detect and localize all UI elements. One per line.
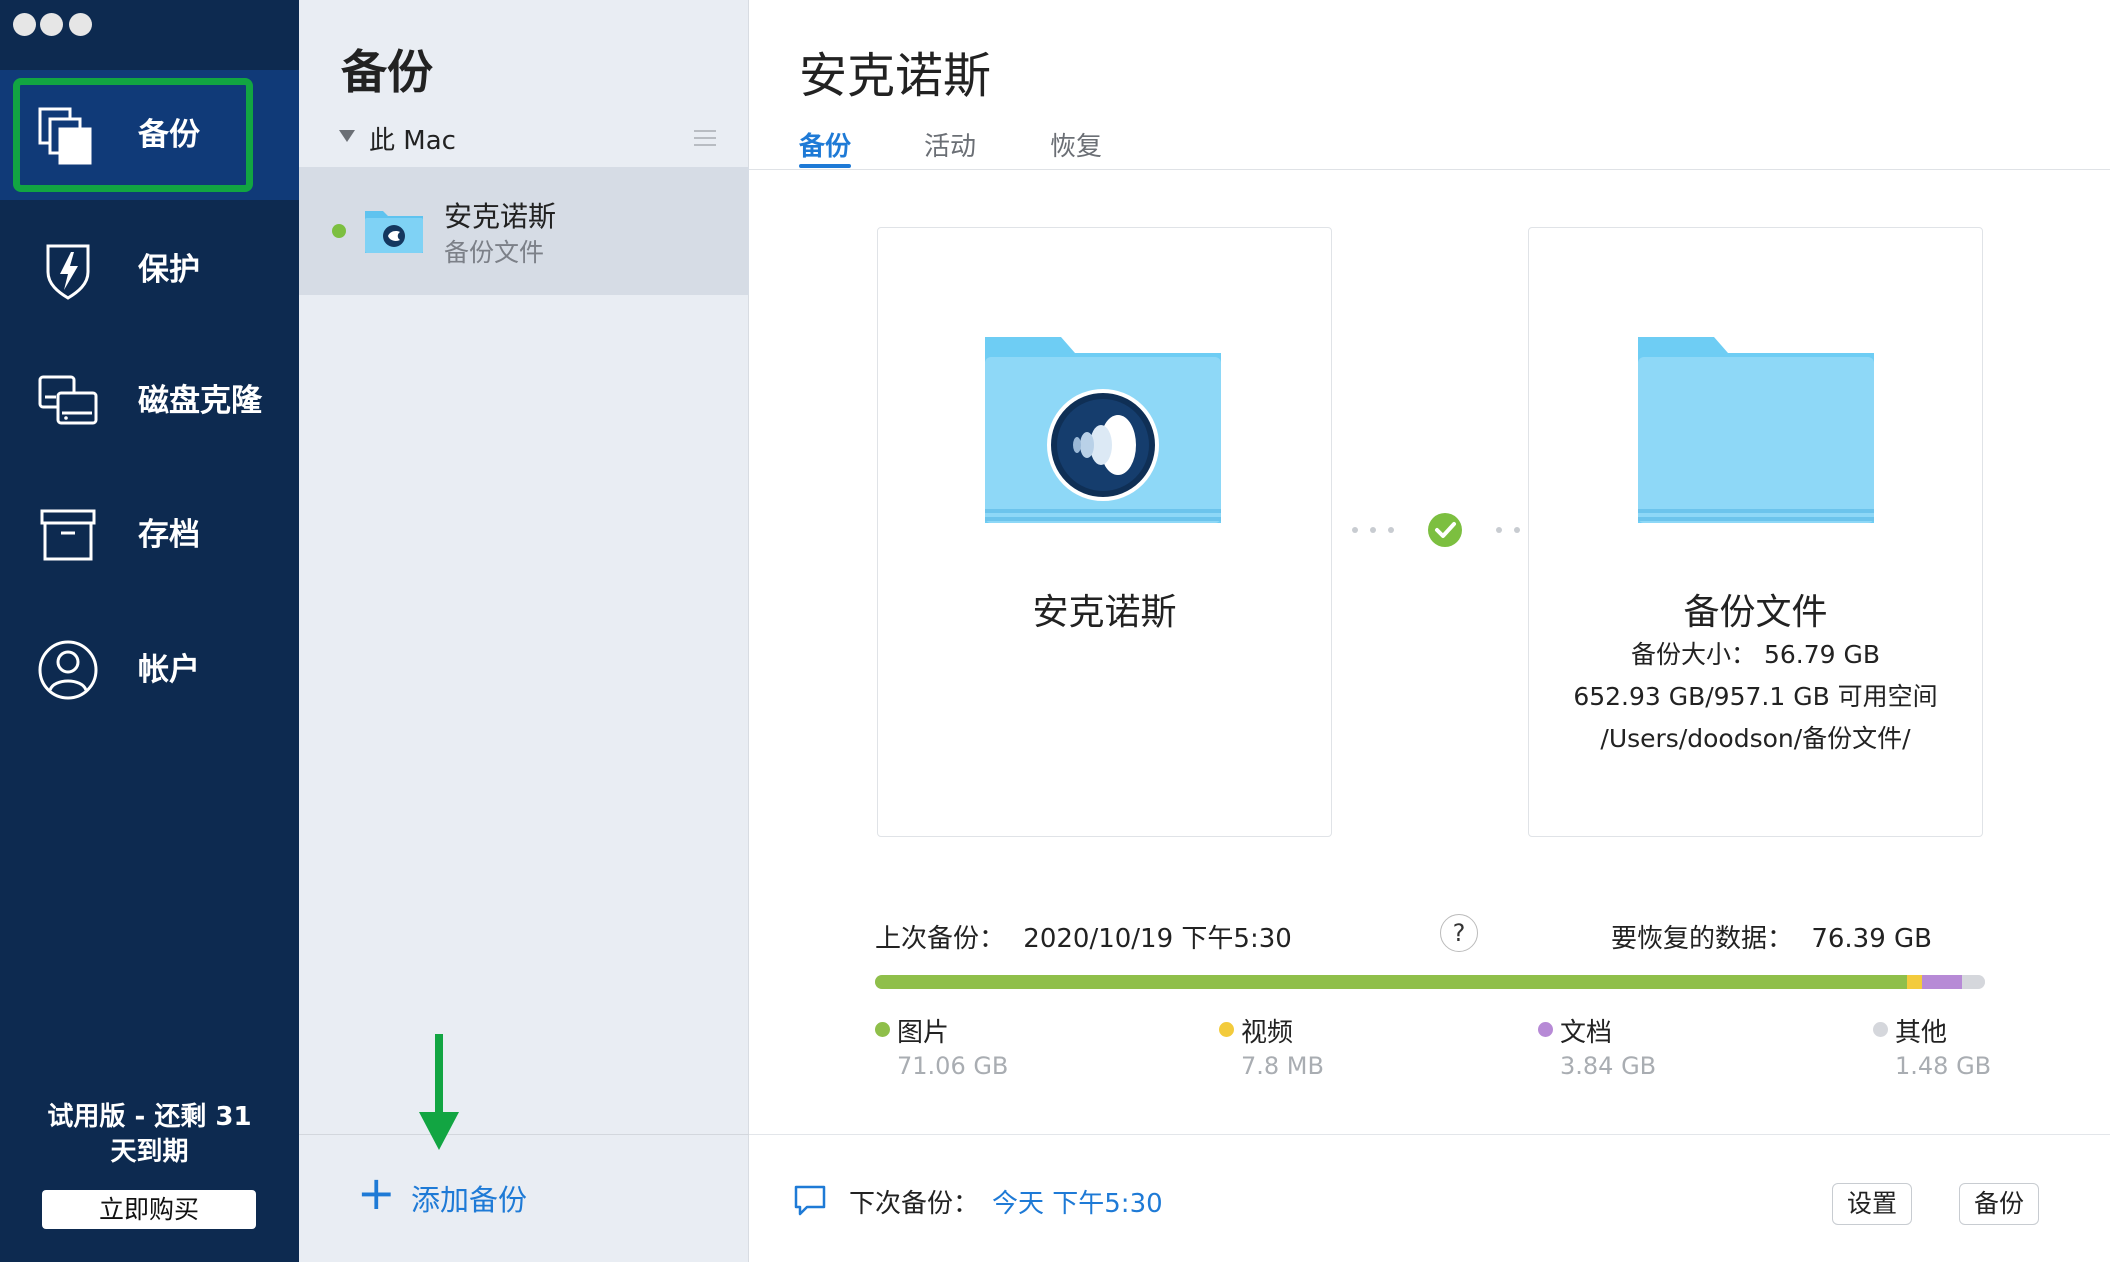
check-circle-icon [1428,513,1462,547]
legend-size: 1.48 GB [1895,1052,1992,1080]
restore-data: 要恢复的数据： 76.39 GB [1611,918,1932,955]
page-title: 安克诺斯 [799,48,992,104]
sidebar-item-label: 帐户 [138,652,200,688]
last-backup-value: 2020/10/19 下午5:30 [1023,924,1292,954]
backup-folder-icon [365,211,423,253]
list-footer: + 添加备份 [299,1134,749,1262]
buy-now-button[interactable]: 立即购买 [42,1190,256,1229]
legend-size: 71.06 GB [897,1052,1009,1080]
legend-dot [1538,1022,1553,1037]
destination-card[interactable]: 备份文件 备份大小： 56.79 GB 652.93 GB/957.1 GB 可… [1528,227,1983,837]
list-item-name: 安克诺斯 [444,200,557,233]
destination-path: /Users/doodson/备份文件/ [1600,724,1911,753]
list-title: 备份 [341,45,433,99]
backup-size: 备份大小： 56.79 GB [1631,640,1880,669]
add-backup-button[interactable]: 添加备份 [411,1177,527,1219]
sidebar: 备份 保护 磁盘克隆 存档 帐户 试用版 - 还剩 31 天到期 立即购买 [0,0,299,1262]
source-card[interactable]: 安克诺斯 [877,227,1332,837]
sidebar-item-account[interactable]: 帐户 [0,605,299,735]
trial-line: 天到期 [110,1137,189,1167]
chat-bubble-icon[interactable] [793,1183,827,1217]
next-backup-value[interactable]: 今天 下午5:30 [992,1183,1163,1220]
list-item-destination: 备份文件 [444,238,545,267]
trial-notice: 试用版 - 还剩 31 天到期 [0,1100,299,1170]
plus-icon[interactable]: + [357,1170,396,1216]
sidebar-item-protect[interactable]: 保护 [0,205,299,335]
bar-segment-other [1961,975,1985,989]
status-dot [332,224,346,238]
legend-dot [875,1022,890,1037]
main-panel: 安克诺斯 备份 活动 恢复 安克诺斯 备份文件 备份大小： 56.79 GB 6… [749,0,2110,1262]
legend-name: 视频 [1241,1018,1294,1048]
trial-line: 试用版 - 还剩 31 [47,1102,252,1132]
legend-name: 其他 [1895,1018,1948,1048]
tab-backup[interactable]: 备份 [799,126,851,163]
legend-size: 7.8 MB [1241,1052,1324,1080]
legend-dot [1219,1022,1234,1037]
source-name: 安克诺斯 [1032,592,1177,633]
window-minimize-button[interactable] [40,13,63,36]
backup-list-panel: 备份 此 Mac 安克诺斯 备份文件 + 添加备份 [299,0,749,1262]
window-zoom-button[interactable] [69,13,92,36]
restore-data-value: 76.39 GB [1811,924,1932,954]
account-icon [38,640,98,700]
bottom-bar: 下次备份： 今天 下午5:30 设置 备份 [749,1134,2110,1262]
backup-now-button[interactable]: 备份 [1959,1183,2039,1225]
arrow-down-icon [419,1034,459,1150]
sidebar-item-label: 磁盘克隆 [138,383,262,419]
bar-segment-documents [1921,975,1962,989]
list-item[interactable]: 安克诺斯 备份文件 [299,167,749,295]
window-close-button[interactable] [13,13,36,36]
last-backup: 上次备份： 2020/10/19 下午5:30 [875,918,1292,955]
menu-lines-icon[interactable] [694,130,716,151]
settings-button[interactable]: 设置 [1832,1183,1912,1225]
sidebar-item-label: 保护 [138,252,200,288]
legend-size: 3.84 GB [1560,1052,1657,1080]
legend-dot [1873,1022,1888,1037]
highlight-box [13,78,253,192]
storage-breakdown-bar [875,975,1985,989]
tab-recovery[interactable]: 恢复 [1050,126,1102,163]
destination-name: 备份文件 [1683,592,1828,633]
restore-data-label: 要恢复的数据： [1611,924,1794,954]
sidebar-item-archive[interactable]: 存档 [0,470,299,600]
archive-icon [40,509,96,561]
collapse-triangle-icon[interactable] [339,130,355,142]
bar-segment-pictures [875,975,1908,989]
free-space: 652.93 GB/957.1 GB 可用空间 [1573,682,1938,711]
next-backup-label: 下次备份： [849,1189,980,1219]
legend-name: 文档 [1560,1018,1613,1048]
shield-icon [46,244,90,300]
disk-clone-icon [38,375,98,425]
tab-bar: 备份 活动 恢复 [749,118,2110,170]
tab-underline [799,164,851,168]
destination-folder-icon [1638,337,1874,523]
connection-status [1352,513,1538,547]
sidebar-item-disk-clone[interactable]: 磁盘克隆 [0,336,299,466]
last-backup-label: 上次备份： [875,924,1006,954]
tab-activity[interactable]: 活动 [924,126,976,163]
source-folder-icon [985,337,1221,523]
sidebar-item-label: 存档 [138,517,200,553]
group-label[interactable]: 此 Mac [369,120,456,157]
bar-segment-videos [1907,975,1922,989]
legend-name: 图片 [897,1018,950,1048]
help-button[interactable]: ? [1440,914,1478,952]
